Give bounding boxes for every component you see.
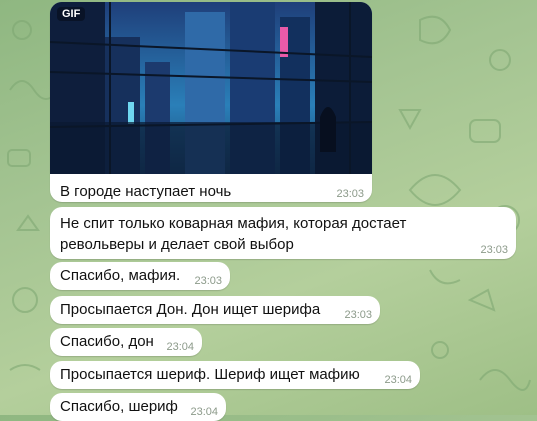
message-text: Спасибо, шериф	[60, 398, 178, 415]
gif-message[interactable]: GIF В городе наступает ночь 23:03	[50, 2, 372, 202]
message-text: В городе наступает ночь	[60, 183, 232, 200]
chat-area: GIF В городе наступает ночь 23:03 Не спи…	[0, 0, 537, 421]
message-time: 23:04	[384, 374, 412, 386]
message-bubble[interactable]: Просыпается шериф. Шериф ищет мафию 23:0…	[50, 361, 420, 389]
message-time: 23:03	[344, 309, 372, 321]
message-bubble[interactable]: Просыпается Дон. Дон ищет шерифа 23:03	[50, 296, 380, 324]
message-bubble[interactable]: Не спит только коварная мафия, которая д…	[50, 207, 516, 259]
message-text: Не спит только коварная мафия, которая д…	[60, 215, 407, 253]
message-time: 23:04	[190, 406, 218, 418]
message-time: 23:03	[194, 275, 222, 287]
message-bubble[interactable]: Спасибо, шериф 23:04	[50, 393, 226, 421]
message-text: Просыпается Дон. Дон ищет шерифа	[60, 301, 321, 318]
message-bubble[interactable]: Спасибо, дон 23:04	[50, 328, 202, 356]
message-time: 23:04	[166, 341, 194, 353]
message-text: Просыпается шериф. Шериф ищет мафию	[60, 366, 360, 383]
message-text: Спасибо, дон	[60, 333, 154, 350]
message-text: Спасибо, мафия.	[60, 267, 181, 284]
message-bubble[interactable]: Спасибо, мафия. 23:03	[50, 262, 230, 290]
message-time: 23:03	[336, 188, 364, 200]
gif-badge: GIF	[57, 7, 86, 21]
message-time: 23:03	[480, 244, 508, 256]
gif-animation[interactable]	[50, 2, 372, 174]
